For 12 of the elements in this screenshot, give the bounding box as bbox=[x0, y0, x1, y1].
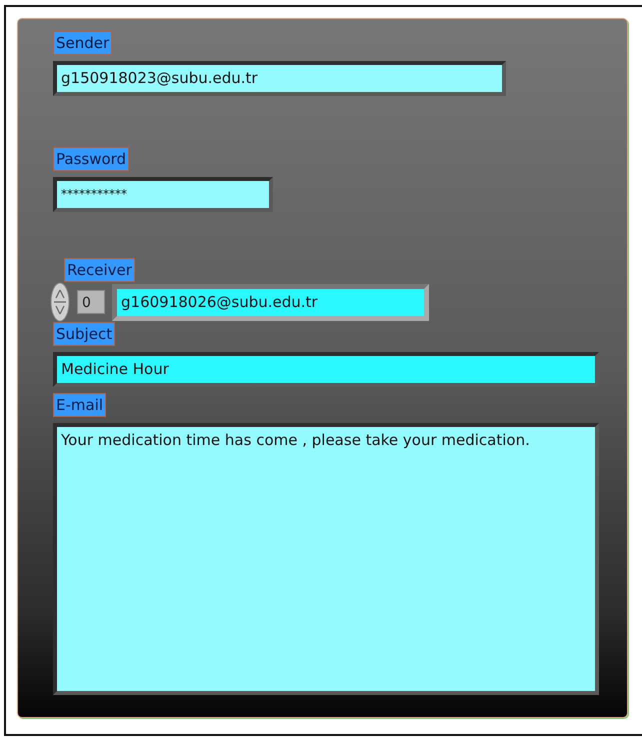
field-label: Receiver bbox=[64, 258, 135, 282]
text-field[interactable]: Medicine Hour bbox=[53, 352, 599, 387]
index-field[interactable]: 0 bbox=[77, 290, 105, 314]
field-label: E-mail bbox=[53, 393, 106, 417]
password-field[interactable]: *********** bbox=[53, 177, 273, 212]
spinner-arrows-icon[interactable] bbox=[50, 282, 70, 322]
field-label: Password bbox=[53, 147, 130, 171]
message-field[interactable]: Your medication time has come , please take your medication. bbox=[53, 423, 599, 695]
field-label: Sender bbox=[53, 31, 112, 55]
text-field[interactable]: g160918026@subu.edu.tr bbox=[112, 284, 429, 320]
field-label: Subject bbox=[53, 322, 116, 346]
text-field[interactable]: g150918023@subu.edu.tr bbox=[53, 61, 506, 96]
